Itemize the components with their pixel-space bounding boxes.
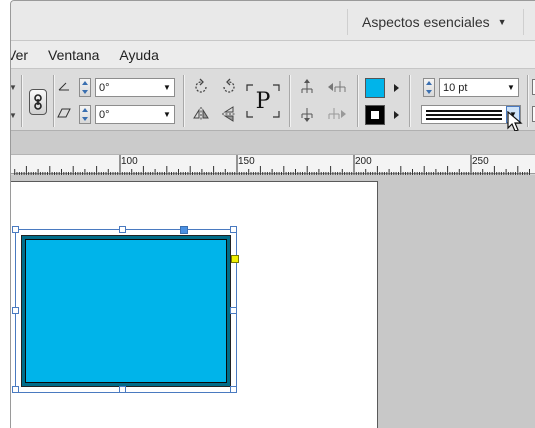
- rotation-angle-value: 0°: [99, 81, 110, 94]
- resize-handle-bottom-left[interactable]: [12, 386, 19, 393]
- control-panel: ▼ ▼ 0° ▼ 0° ▼: [11, 69, 535, 132]
- chevron-down-icon[interactable]: ▼: [504, 83, 518, 92]
- menu-ayuda[interactable]: Ayuda: [109, 47, 168, 63]
- stroke-type-dropdown[interactable]: ▼: [421, 105, 521, 124]
- resize-handle-top[interactable]: [119, 226, 126, 233]
- content-grabber-handle[interactable]: [180, 226, 188, 234]
- resize-handle-right[interactable]: [230, 307, 237, 314]
- select-container-icon[interactable]: [297, 77, 317, 97]
- chevron-down-icon[interactable]: ▼: [11, 111, 17, 120]
- frame-type-glyph: P: [255, 88, 271, 114]
- rotation-angle-stepper[interactable]: [79, 78, 91, 97]
- resize-handle-bottom[interactable]: [119, 386, 126, 393]
- fill-menu-arrow-icon[interactable]: [394, 84, 399, 92]
- frame-content-indicator[interactable]: P: [245, 83, 281, 119]
- chevron-down-icon[interactable]: ▼: [11, 83, 17, 92]
- rotate-ccw-icon[interactable]: [219, 77, 239, 97]
- resize-handle-left[interactable]: [12, 307, 19, 314]
- flip-horizontal-icon[interactable]: [191, 104, 211, 124]
- app-window: Aspectos esenciales ▼ Ver Ventana Ayuda …: [10, 0, 535, 428]
- bounding-box: [15, 229, 237, 393]
- pasteboard[interactable]: [11, 175, 535, 428]
- stroke-weight-value: 10 pt: [443, 81, 468, 94]
- workspace-label: Aspectos esenciales: [362, 14, 490, 30]
- stroke-type-preview: [426, 109, 502, 120]
- constrain-proportions-button[interactable]: [29, 89, 47, 115]
- rotation-angle-field[interactable]: 0° ▼: [95, 78, 175, 97]
- mouse-cursor-icon: [507, 111, 523, 132]
- menu-bar: Ver Ventana Ayuda: [11, 41, 535, 69]
- workspace-switcher[interactable]: Aspectos esenciales ▼: [347, 9, 515, 35]
- rotate-cw-icon[interactable]: [191, 77, 211, 97]
- divider: [523, 9, 524, 35]
- resize-handle-top-left[interactable]: [12, 226, 19, 233]
- flip-vertical-icon[interactable]: [219, 104, 239, 124]
- horizontal-ruler[interactable]: 100 150 200 250: [11, 154, 535, 175]
- resize-handle-bottom-right[interactable]: [230, 386, 237, 393]
- fill-color-swatch[interactable]: [365, 78, 385, 98]
- stroke-weight-field[interactable]: 10 pt ▼: [439, 78, 519, 97]
- ruler-ticks: [14, 155, 530, 175]
- stroke-type-middle-line: [426, 113, 502, 116]
- ruler-label: 250: [472, 156, 489, 167]
- stroke-color-swatch[interactable]: [365, 105, 385, 125]
- shear-angle-stepper[interactable]: [79, 105, 91, 124]
- ruler-label: 150: [238, 156, 255, 167]
- stroke-weight-stepper[interactable]: [423, 78, 435, 97]
- shear-angle-field[interactable]: 0° ▼: [95, 105, 175, 124]
- live-corner-handle[interactable]: [231, 255, 239, 263]
- tab-strip: [11, 131, 535, 154]
- shear-angle-value: 0°: [99, 108, 110, 121]
- chevron-down-icon: ▼: [497, 17, 507, 27]
- title-bar: Aspectos esenciales ▼: [11, 1, 535, 41]
- resize-handle-top-right[interactable]: [230, 226, 237, 233]
- select-previous-object-icon[interactable]: [325, 77, 349, 97]
- ruler-label: 100: [121, 156, 138, 167]
- stroke-menu-arrow-icon[interactable]: [394, 111, 399, 119]
- rotation-angle-icon: [57, 79, 71, 93]
- document-page[interactable]: [11, 181, 378, 428]
- chevron-down-icon[interactable]: ▼: [160, 83, 174, 92]
- ruler-label: 200: [355, 156, 372, 167]
- stroke-swatch-inner: [371, 111, 379, 119]
- selected-rectangle-frame[interactable]: [12, 226, 239, 393]
- select-next-object-icon[interactable]: [325, 104, 349, 124]
- shear-angle-icon: [57, 106, 71, 120]
- chevron-down-icon[interactable]: ▼: [160, 110, 174, 119]
- chain-link-icon: [34, 94, 42, 110]
- menu-ver[interactable]: Ver: [11, 47, 38, 63]
- select-content-icon[interactable]: [297, 104, 317, 124]
- menu-ventana[interactable]: Ventana: [38, 47, 109, 63]
